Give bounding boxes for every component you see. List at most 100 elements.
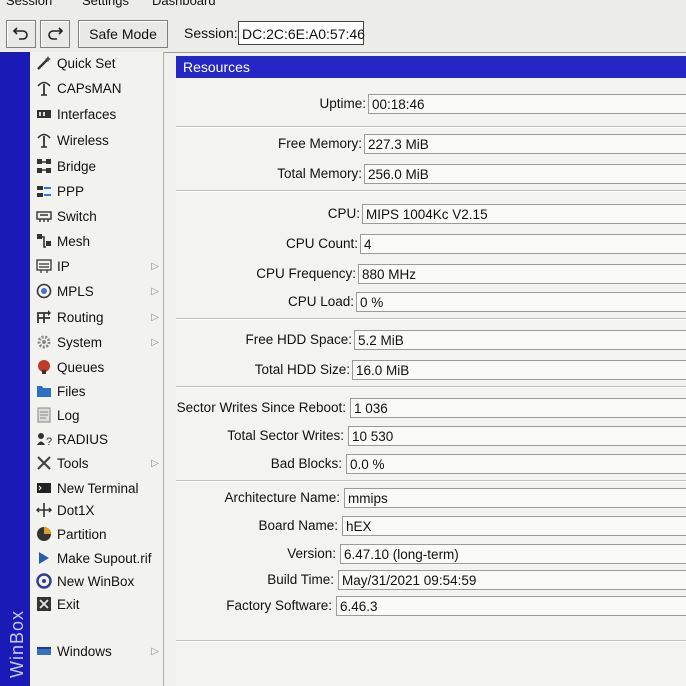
interfaces-icon xyxy=(36,106,52,122)
sidebar-item-label: Exit xyxy=(57,596,80,612)
sidebar-item-routing[interactable]: Routing ▷ xyxy=(36,306,161,328)
window-title[interactable]: Resources xyxy=(176,56,686,78)
cpu-load-field: 0 % xyxy=(356,292,686,312)
separator xyxy=(176,190,686,192)
sidebar-item-interfaces[interactable]: Interfaces xyxy=(36,103,161,125)
cpu-label: CPU: xyxy=(327,206,360,221)
sidebar-item-capsman[interactable]: CAPsMAN xyxy=(36,77,161,99)
mpls-icon xyxy=(36,283,52,299)
exit-icon xyxy=(36,596,52,612)
redo-icon xyxy=(47,25,64,44)
svg-text:?: ? xyxy=(46,436,52,447)
sidebar-item-label: Routing xyxy=(57,309,104,325)
sidebar-item-ip[interactable]: IP ▷ xyxy=(36,255,161,277)
menu-session[interactable]: Session xyxy=(6,0,52,8)
sidebar-item-log[interactable]: Log xyxy=(36,404,161,426)
sidebar-item-label: Mesh xyxy=(57,233,91,249)
sidebar-item-label: Queues xyxy=(57,359,105,375)
wireless-icon xyxy=(36,132,52,148)
menu-settings[interactable]: Settings xyxy=(82,0,129,8)
separator xyxy=(176,126,686,128)
sidebar-item-label: Partition xyxy=(57,526,107,542)
submenu-arrow-icon: ▷ xyxy=(151,260,159,272)
separator xyxy=(176,640,686,642)
board-name-field: hEX xyxy=(342,516,686,536)
safe-mode-button[interactable]: Safe Mode xyxy=(78,20,168,48)
sidebar-item-files[interactable]: Files xyxy=(36,380,161,402)
menu-dashboard[interactable]: Dashboard xyxy=(152,0,216,8)
sector-writes-since-reboot-field: 1 036 xyxy=(350,398,686,418)
ip-icon xyxy=(36,258,52,274)
sidebar-item-system[interactable]: System ▷ xyxy=(36,331,161,353)
partition-icon xyxy=(36,526,52,542)
sidebar-item-mesh[interactable]: Mesh xyxy=(36,230,161,252)
sidebar-item-label: Dot1X xyxy=(57,502,95,518)
sidebar-item-label: Wireless xyxy=(57,132,109,148)
sidebar-item-label: IP xyxy=(57,258,70,274)
sidebar-item-label: RADIUS xyxy=(57,431,109,447)
sidebar-item-label: System xyxy=(57,334,103,350)
cpu-frequency-field: 880 MHz xyxy=(358,264,686,284)
dot1x-icon xyxy=(36,502,52,518)
sidebar-item-quick-set[interactable]: Quick Set xyxy=(36,52,161,74)
uptime-label: Uptime: xyxy=(319,96,366,111)
sidebar-item-label: CAPsMAN xyxy=(57,80,122,96)
sidebar-item-tools[interactable]: Tools ▷ xyxy=(36,452,161,474)
separator xyxy=(176,386,686,388)
bad-blocks-field: 0.0 % xyxy=(346,454,686,474)
sidebar-item-new-terminal[interactable]: New Terminal xyxy=(36,477,161,499)
sidebar-item-mpls[interactable]: MPLS ▷ xyxy=(36,280,161,302)
undo-button[interactable] xyxy=(6,20,36,48)
sidebar-item-label: Switch xyxy=(57,208,97,224)
sidebar-item-dot1x[interactable]: Dot1X xyxy=(36,499,161,521)
menu-bar: Session Settings Dashboard xyxy=(0,0,686,15)
redo-button[interactable] xyxy=(40,20,70,48)
sidebar-item-label: New WinBox xyxy=(57,573,135,589)
session-value: DC:2C:6E:A0:57:46 xyxy=(238,21,365,45)
total-hdd-field: 16.0 MiB xyxy=(352,360,686,380)
sidebar-item-label: Tools xyxy=(57,455,89,471)
build-time-label: Build Time: xyxy=(267,572,334,587)
ppp-icon xyxy=(36,183,52,199)
free-memory-field: 227.3 MiB xyxy=(364,134,686,154)
session-label: Session: xyxy=(184,25,238,41)
submenu-arrow-icon: ▷ xyxy=(151,285,159,297)
supout-icon xyxy=(36,550,52,566)
sidebar-item-ppp[interactable]: PPP xyxy=(36,180,161,202)
brand-text: WinBox xyxy=(7,609,27,678)
bridge-icon xyxy=(36,158,52,174)
sidebar-item-radius[interactable]: ? RADIUS xyxy=(36,428,161,450)
tools-icon xyxy=(36,455,52,471)
submenu-arrow-icon: ▷ xyxy=(151,457,159,469)
sector-writes-since-reboot-label: Sector Writes Since Reboot: xyxy=(176,400,346,415)
sidebar-item-label: Quick Set xyxy=(57,55,116,71)
sidebar-item-exit[interactable]: Exit xyxy=(36,593,161,615)
cpu-count-field: 4 xyxy=(360,234,686,254)
sidebar-item-partition[interactable]: Partition xyxy=(36,523,161,545)
windows-icon xyxy=(36,643,52,659)
submenu-arrow-icon: ▷ xyxy=(151,311,159,323)
sidebar-item-label: Windows xyxy=(57,643,112,659)
routing-icon xyxy=(36,309,52,325)
free-hdd-label: Free HDD Space: xyxy=(245,332,352,347)
sidebar-item-bridge[interactable]: Bridge xyxy=(36,155,161,177)
winbox-icon xyxy=(36,573,52,589)
sidebar-item-queues[interactable]: Queues xyxy=(36,356,161,378)
sidebar-item-make-supout[interactable]: Make Supout.rif xyxy=(36,547,161,569)
cpu-load-label: CPU Load: xyxy=(287,294,354,309)
total-hdd-label: Total HDD Size: xyxy=(254,362,350,377)
sidebar-item-windows[interactable]: Windows ▷ xyxy=(36,640,161,662)
sidebar-item-wireless[interactable]: Wireless xyxy=(36,129,161,151)
total-sector-writes-field: 10 530 xyxy=(348,426,686,446)
sidebar-item-switch[interactable]: Switch xyxy=(36,205,161,227)
free-hdd-field: 5.2 MiB xyxy=(354,330,686,350)
separator xyxy=(176,480,686,482)
submenu-arrow-icon: ▷ xyxy=(151,336,159,348)
resources-body: Uptime: 00:18:46 Free Memory: 227.3 MiB … xyxy=(176,78,686,686)
free-memory-label: Free Memory: xyxy=(277,136,362,151)
sidebar-item-label: MPLS xyxy=(57,283,94,299)
undo-icon xyxy=(12,25,29,44)
sidebar-item-new-winbox[interactable]: New WinBox xyxy=(36,570,161,592)
brand-strip: WinBox xyxy=(0,52,30,686)
total-memory-label: Total Memory: xyxy=(277,166,362,181)
